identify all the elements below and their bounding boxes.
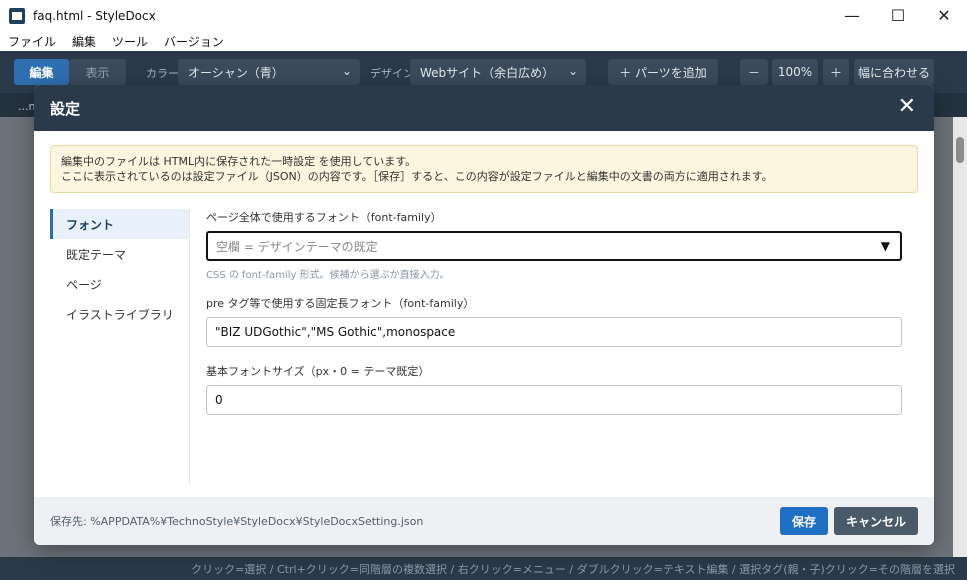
page-font-combobox[interactable]: 空欄 = デザインテーマの既定 ▼ bbox=[206, 231, 902, 261]
minimize-button[interactable]: — bbox=[829, 0, 875, 31]
mono-font-label: pre タグ等で使用する固定長フォント（font-family） bbox=[206, 297, 475, 310]
cancel-button[interactable]: キャンセル bbox=[834, 507, 918, 535]
color-select-value: オーシャン（青） bbox=[188, 65, 284, 80]
app-icon bbox=[9, 7, 25, 24]
window-title: faq.html - StyleDocx bbox=[33, 8, 156, 23]
design-label: デザイン bbox=[370, 67, 414, 80]
window-controls: — ☐ ✕ bbox=[829, 0, 967, 31]
color-select[interactable]: オーシャン（青） ⌄ bbox=[178, 59, 360, 85]
color-label: カラー bbox=[146, 67, 179, 80]
maximize-button[interactable]: ☐ bbox=[875, 0, 921, 31]
mono-font-value: "BIZ UDGothic","MS Gothic",monospace bbox=[215, 325, 456, 339]
notice-line-2: ここに表示されているのは設定ファイル（JSON）の内容です。［保存］すると、この… bbox=[61, 170, 773, 183]
dialog-footer: 保存先: %APPDATA%¥TechnoStyle¥StyleDocx¥Sty… bbox=[34, 497, 934, 545]
font-settings-form: ページ全体で使用するフォント（font-family） 空欄 = デザインテーマ… bbox=[206, 209, 902, 415]
add-parts-button[interactable]: ＋ パーツを追加 bbox=[608, 59, 718, 85]
menu-version[interactable]: バージョン bbox=[164, 33, 224, 50]
dialog-title: 設定 bbox=[50, 99, 81, 118]
zoom-level: 100% bbox=[772, 59, 818, 85]
temp-settings-notice: 編集中のファイルは HTML内に保存された一時設定 を使用しています。 ここに表… bbox=[50, 145, 918, 193]
zoom-in-button[interactable]: ＋ bbox=[823, 59, 849, 85]
page-font-label: ページ全体で使用するフォント（font-family） bbox=[206, 211, 442, 224]
status-bar: クリック=選択 / Ctrl+クリック=同階層の複数選択 / 右クリック=メニュ… bbox=[0, 557, 967, 580]
nav-item-illustration-library[interactable]: イラストライブラリ bbox=[50, 299, 189, 329]
nav-item-page[interactable]: ページ bbox=[50, 269, 189, 299]
menu-file[interactable]: ファイル bbox=[8, 33, 56, 50]
dialog-header: 設定 ✕ bbox=[34, 85, 934, 131]
close-window-button[interactable]: ✕ bbox=[921, 0, 967, 31]
chevron-down-icon: ⌄ bbox=[341, 64, 352, 78]
menu-tools[interactable]: ツール bbox=[112, 33, 148, 50]
nav-item-font[interactable]: フォント bbox=[50, 209, 189, 239]
design-select[interactable]: Webサイト（余白広め） ⌄ bbox=[410, 59, 586, 85]
fit-width-button[interactable]: 幅に合わせる bbox=[854, 59, 934, 85]
base-size-label: 基本フォントサイズ（px・0 = テーマ既定） bbox=[206, 365, 430, 378]
mono-font-field[interactable]: "BIZ UDGothic","MS Gothic",monospace bbox=[206, 317, 902, 347]
editor-scrollbar[interactable] bbox=[953, 117, 967, 557]
nav-item-default-theme[interactable]: 既定テーマ bbox=[50, 239, 189, 269]
settings-nav: フォント 既定テーマ ページ イラストライブラリ bbox=[50, 209, 190, 485]
chevron-down-icon: ⌄ bbox=[567, 64, 578, 78]
settings-dialog: 設定 ✕ 編集中のファイルは HTML内に保存された一時設定 を使用しています。… bbox=[34, 85, 934, 545]
close-icon[interactable]: ✕ bbox=[898, 96, 916, 118]
notice-line-1: 編集中のファイルは HTML内に保存された一時設定 を使用しています。 bbox=[61, 155, 417, 168]
save-path: 保存先: %APPDATA%¥TechnoStyle¥StyleDocx¥Sty… bbox=[50, 515, 424, 528]
title-bar: faq.html - StyleDocx — ☐ ✕ bbox=[0, 0, 967, 31]
menu-bar: ファイル 編集 ツール バージョン bbox=[0, 31, 967, 51]
view-mode-button[interactable]: 表示 bbox=[69, 59, 126, 85]
base-size-field[interactable]: 0 bbox=[206, 385, 902, 415]
menu-edit[interactable]: 編集 bbox=[72, 33, 96, 50]
dropdown-arrow-icon[interactable]: ▼ bbox=[881, 239, 890, 253]
scrollbar-thumb[interactable] bbox=[956, 137, 964, 163]
zoom-out-button[interactable]: － bbox=[740, 59, 768, 85]
design-select-value: Webサイト（余白広め） bbox=[420, 65, 555, 80]
save-button[interactable]: 保存 bbox=[780, 507, 828, 535]
page-font-hint: CSS の font-family 形式。候補から選ぶか直接入力。 bbox=[206, 270, 450, 281]
base-size-value: 0 bbox=[215, 393, 223, 407]
page-font-placeholder: 空欄 = デザインテーマの既定 bbox=[216, 239, 378, 254]
edit-mode-button[interactable]: 編集 bbox=[14, 59, 69, 85]
